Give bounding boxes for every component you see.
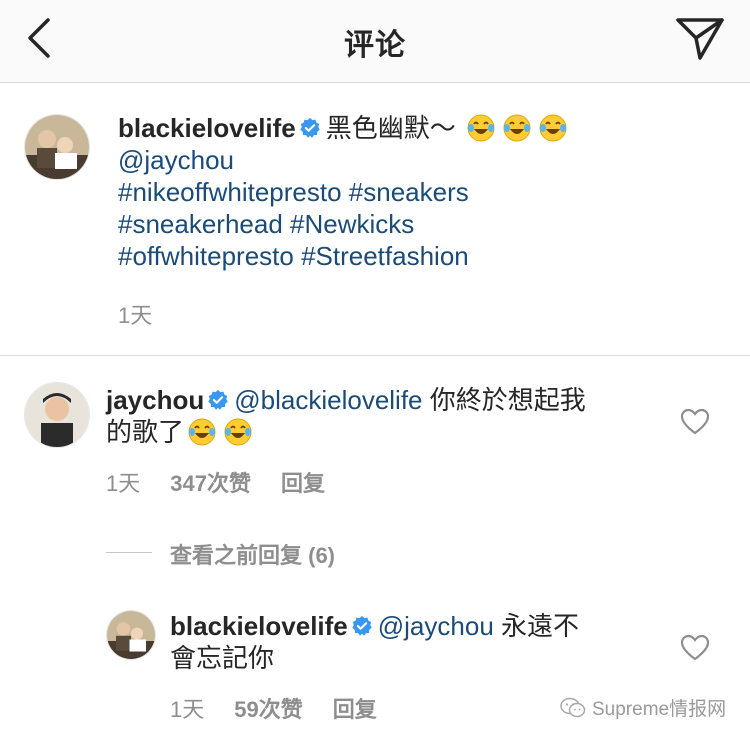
comment1-mention[interactable]: @blackielovelife xyxy=(234,385,422,415)
caption-text-block: blackielovelife 黑色幽默～ @jaychou #nikeoffwh… xyxy=(118,112,728,272)
comment2-message-2: 會忘記你 xyxy=(170,643,275,673)
comment1-text-block: jaychou @blackielovelife 你終於想起我 的歌了 xyxy=(106,384,666,448)
heart-outline-icon[interactable] xyxy=(680,634,710,662)
tears-of-joy-emoji-icon xyxy=(503,114,531,142)
page-title: 评论 xyxy=(344,29,406,62)
caption-message: 黑色幽默～ xyxy=(325,113,456,143)
comment1-time: 1天 xyxy=(106,471,141,496)
comment1-username[interactable]: jaychou xyxy=(106,385,204,415)
comment2-reply-button[interactable]: 回复 xyxy=(333,697,377,722)
tears-of-joy-emoji-icon xyxy=(539,114,567,142)
comment2-text-block: blackielovelife @jaychou 永遠不 會忘記你 xyxy=(170,610,670,674)
comment2-message-1: 永遠不 xyxy=(501,611,580,641)
comment1-likes[interactable]: 347次赞 xyxy=(170,471,251,496)
comment2-avatar[interactable] xyxy=(106,610,156,660)
tears-of-joy-emoji-icon xyxy=(188,418,216,446)
caption-hashtags-2[interactable]: #sneakerhead #Newkicks xyxy=(118,208,728,240)
caption-hashtags-1[interactable]: #nikeoffwhitepresto #sneakers xyxy=(118,176,728,208)
caption-hashtags-3[interactable]: #offwhitepresto #Streetfashion xyxy=(118,240,728,272)
comment1-message-2: 的歌了 xyxy=(106,417,185,447)
comment1-avatar[interactable] xyxy=(24,382,90,448)
verified-badge-icon xyxy=(208,389,228,410)
comment1-meta: 1天 347次赞 回复 xyxy=(106,466,355,498)
verified-badge-icon xyxy=(300,117,320,138)
comment2-time: 1天 xyxy=(170,697,205,722)
caption-time: 1天 xyxy=(118,303,153,328)
tears-of-joy-emoji-icon xyxy=(224,418,252,446)
watermark-text: Supreme情报网 xyxy=(592,699,727,720)
replies-divider-line xyxy=(106,552,152,553)
divider xyxy=(0,355,750,356)
view-previous-replies-button[interactable]: 查看之前回复 (6) xyxy=(170,538,335,570)
tears-of-joy-emoji-icon xyxy=(467,114,495,142)
wechat-icon xyxy=(560,697,586,717)
verified-badge-icon xyxy=(352,615,372,636)
caption-avatar[interactable] xyxy=(24,114,90,180)
caption-username[interactable]: blackielovelife xyxy=(118,113,296,143)
heart-outline-icon[interactable] xyxy=(680,408,710,436)
comment2-likes[interactable]: 59次赞 xyxy=(234,697,302,722)
caption-mention[interactable]: @jaychou xyxy=(118,144,728,176)
watermark: Supreme情报网 xyxy=(560,694,726,721)
comment1-reply-button[interactable]: 回复 xyxy=(281,471,325,496)
comment2-meta: 1天 59次赞 回复 xyxy=(170,692,407,724)
top-bar: 评论 xyxy=(0,0,750,83)
comment1-message-1: 你終於想起我 xyxy=(429,385,586,415)
comment2-mention[interactable]: @jaychou xyxy=(378,611,494,641)
comment2-username[interactable]: blackielovelife xyxy=(170,611,348,641)
send-direct-icon[interactable] xyxy=(674,14,726,62)
